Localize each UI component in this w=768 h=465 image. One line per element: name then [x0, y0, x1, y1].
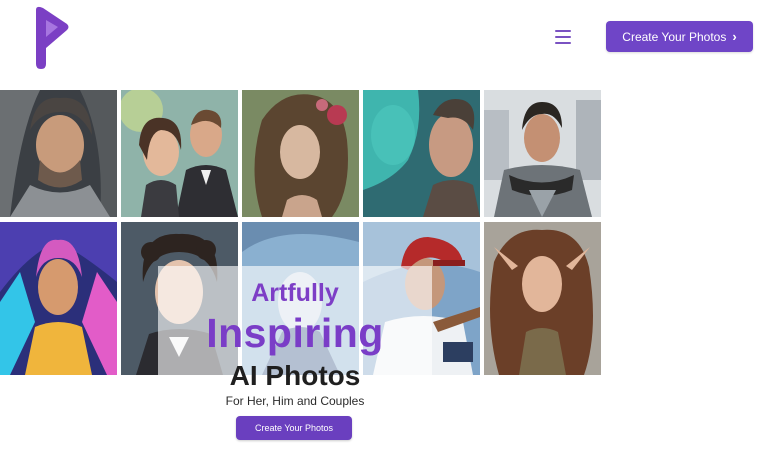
hero-line-artfully: Artfully: [251, 279, 339, 307]
site-header: Create Your Photos ›: [0, 0, 768, 80]
create-photos-header-button[interactable]: Create Your Photos ›: [606, 21, 753, 52]
hero-line-ai-photos: AI Photos: [229, 360, 361, 391]
chevron-right-icon: ›: [732, 29, 737, 44]
hero-line-inspiring: Inspiring: [206, 310, 384, 356]
portrait-gallery: Artfully Inspiring AI Photos For Her, Hi…: [0, 90, 601, 465]
create-photos-hero-button[interactable]: Create Your Photos: [236, 416, 352, 440]
hamburger-menu-icon[interactable]: [553, 27, 573, 45]
portrait-warrior-knight: [0, 90, 117, 217]
hero-subtitle: For Her, Him and Couples: [225, 394, 365, 408]
portrait-alien-and-man: [363, 90, 480, 217]
portrait-neon-superheroine: [0, 222, 117, 375]
create-photos-header-label: Create Your Photos: [622, 29, 727, 44]
portrait-woman-flower-hair: [242, 90, 359, 217]
portrait-elf-woman: [484, 222, 601, 375]
p-logo-icon[interactable]: [32, 6, 72, 70]
portrait-couple-formal: [121, 90, 238, 217]
portrait-armored-hero: [484, 90, 601, 217]
hero-overlay: Artfully Inspiring AI Photos For Her, Hi…: [158, 266, 432, 465]
